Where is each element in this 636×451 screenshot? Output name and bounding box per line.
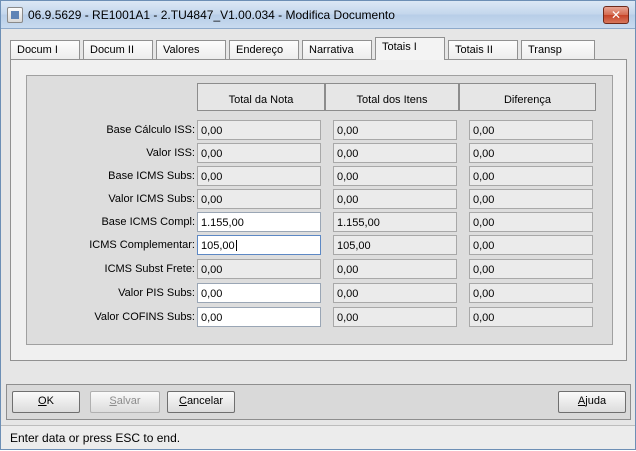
status-message: Enter data or press ESC to end.	[10, 431, 181, 445]
app-icon	[7, 7, 23, 23]
cancelar-mnemonic: C	[178, 395, 187, 407]
tab-label: Narrativa	[309, 44, 354, 56]
cancelar-button[interactable]: Cancelar	[167, 391, 235, 413]
tab-totais-ii[interactable]: Totais II	[448, 40, 518, 60]
label-base-icms-subs: Base ICMS Subs:	[108, 170, 195, 182]
close-icon: ✕	[610, 8, 622, 22]
field-itens-base-icms-compl: 1.155,00	[333, 212, 457, 232]
field-itens-valor-pis-subs: 0,00	[333, 283, 457, 303]
field-dif-valor-icms-subs: 0,00	[469, 189, 593, 209]
ok-label-rest: K	[46, 395, 54, 407]
field-dif-icms-subst-frete: 0,00	[469, 259, 593, 279]
tab-totais-i[interactable]: Totais I	[375, 37, 445, 60]
text-caret	[235, 240, 237, 251]
tab-label: Endereço	[236, 44, 284, 56]
field-dif-base-icms-subs: 0,00	[469, 166, 593, 186]
label-base-icms-compl: Base ICMS Compl:	[101, 216, 195, 228]
field-itens-base-icms-subs: 0,00	[333, 166, 457, 186]
input-nota-base-icms-compl[interactable]: 1.155,00	[197, 212, 321, 232]
label-icms-subst-frete: ICMS Subst Frete:	[104, 263, 195, 275]
field-itens-valor-iss: 0,00	[333, 143, 457, 163]
status-bar: Enter data or press ESC to end.	[1, 425, 635, 449]
field-dif-base-icms-compl: 0,00	[469, 212, 593, 232]
tab-transp[interactable]: Transp	[521, 40, 595, 60]
field-nota-valor-iss: 0,00	[197, 143, 321, 163]
input-nota-valor-cofins-subs[interactable]: 0,00	[197, 307, 321, 327]
field-itens-icms-subst-frete: 0,00	[333, 259, 457, 279]
header-label-total-nota: Total da Nota	[228, 94, 294, 106]
field-nota-base-icms-subs: 0,00	[197, 166, 321, 186]
ajuda-label-rest: juda	[585, 395, 607, 407]
input-nota-valor-pis-subs[interactable]: 0,00	[197, 283, 321, 303]
salvar-label-rest: alvar	[116, 395, 141, 407]
field-dif-icms-complementar: 0,00	[469, 235, 593, 255]
label-valor-pis-subs: Valor PIS Subs:	[118, 287, 195, 299]
label-valor-icms-subs: Valor ICMS Subs:	[108, 193, 195, 205]
field-nota-valor-icms-subs: 0,00	[197, 189, 321, 209]
button-bar: OK Salvar Cancelar Ajuda	[6, 384, 631, 420]
header-label-total-itens: Total dos Itens	[356, 94, 428, 106]
window: 06.9.5629 - RE1001A1 - 2.TU4847_V1.00.03…	[0, 0, 636, 450]
header-label-diferenca: Diferença	[503, 94, 552, 106]
tab-endereco[interactable]: Endereço	[229, 40, 299, 60]
tab-label: Transp	[528, 44, 562, 56]
input-value: 105,00	[201, 240, 235, 252]
field-dif-valor-iss: 0,00	[469, 143, 593, 163]
close-button[interactable]: ✕	[603, 6, 629, 24]
tab-narrativa[interactable]: Narrativa	[302, 40, 372, 60]
field-itens-valor-icms-subs: 0,00	[333, 189, 457, 209]
label-icms-complementar: ICMS Complementar:	[89, 239, 195, 251]
field-nota-icms-subst-frete: 0,00	[197, 259, 321, 279]
input-nota-icms-complementar[interactable]: 105,00	[197, 235, 321, 255]
salvar-button[interactable]: Salvar	[90, 391, 160, 413]
ok-mnemonic: O	[38, 395, 47, 407]
cancelar-label-rest: ancelar	[186, 395, 224, 407]
label-base-calculo-iss: Base Cálculo ISS:	[106, 124, 195, 136]
tab-label: Totais I	[382, 41, 417, 53]
ajuda-button[interactable]: Ajuda	[558, 391, 626, 413]
field-nota-base-calculo-iss: 0,00	[197, 120, 321, 140]
field-itens-valor-cofins-subs: 0,00	[333, 307, 457, 327]
field-dif-valor-cofins-subs: 0,00	[469, 307, 593, 327]
field-dif-valor-pis-subs: 0,00	[469, 283, 593, 303]
salvar-mnemonic: S	[109, 395, 117, 407]
ok-button[interactable]: OK	[12, 391, 80, 413]
label-valor-cofins-subs: Valor COFINS Subs:	[94, 311, 195, 323]
field-itens-icms-complementar: 105,00	[333, 235, 457, 255]
field-dif-base-calculo-iss: 0,00	[469, 120, 593, 140]
tab-label: Totais II	[455, 44, 493, 56]
label-valor-iss: Valor ISS:	[146, 147, 195, 159]
field-itens-base-calculo-iss: 0,00	[333, 120, 457, 140]
